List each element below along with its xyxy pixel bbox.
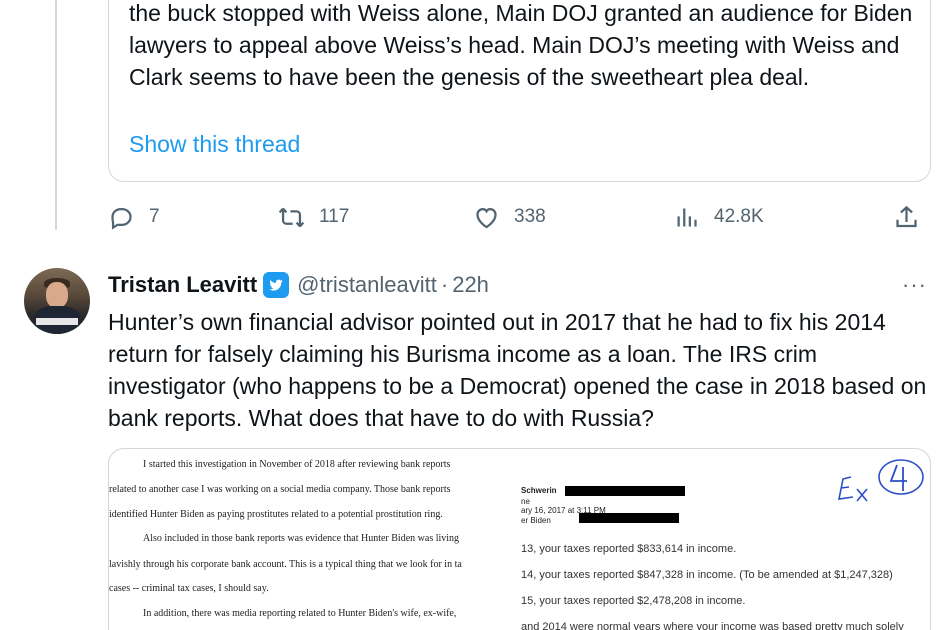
more-options-button[interactable]: ···	[902, 274, 927, 296]
retweet-count: 117	[319, 206, 350, 227]
share-icon	[896, 205, 917, 227]
income-line: and 2014 were normal years where your in…	[521, 621, 904, 630]
doc-line: lavishly through his corporate bank acco…	[109, 559, 462, 570]
tweet-text: Hunter’s own financial advisor pointed o…	[108, 309, 927, 431]
like-count: 338	[514, 206, 546, 227]
views-count: 42.8K	[714, 206, 764, 227]
doc-line: I started this investigation in November…	[143, 459, 451, 470]
doc-line: related to another case I was working on…	[109, 484, 451, 495]
tweet-timestamp[interactable]: 22h	[452, 272, 489, 298]
views-bar-chart-icon	[677, 208, 697, 226]
tweet-action-bar: 7 117 338 42.8K	[108, 200, 928, 234]
share-button[interactable]	[893, 200, 920, 234]
exhibit-annotation-handwritten	[831, 455, 930, 511]
email-header-line: Schwerin	[521, 486, 557, 495]
doc-line: Also included in those bank reports was …	[143, 533, 460, 544]
previous-tweet-card[interactable]: the buck stopped with Weiss alone, Main …	[108, 0, 931, 182]
testimony-document: I started this investigation in November…	[109, 449, 519, 630]
reply-button[interactable]: 7	[108, 200, 160, 234]
verified-badge-icon[interactable]	[263, 272, 290, 298]
retweet-button[interactable]: 117	[278, 200, 349, 234]
thread-connector-line	[55, 0, 57, 230]
author-handle[interactable]: @tristanleavitt	[297, 272, 437, 298]
like-button[interactable]: 338	[473, 200, 546, 234]
income-line: 13, your taxes reported $833,614 in inco…	[521, 543, 737, 555]
tweet-media-image[interactable]: I started this investigation in November…	[108, 448, 931, 630]
avatar-face	[46, 282, 68, 308]
header-separator: ·	[440, 272, 449, 297]
tweet-header: Tristan Leavitt @tristanleavitt · 22h	[108, 270, 489, 300]
retweet-icon	[278, 207, 305, 227]
redaction-bar	[579, 513, 679, 523]
author-name[interactable]: Tristan Leavitt	[108, 272, 257, 298]
reply-count: 7	[149, 206, 160, 227]
doc-line: identified Hunter Biden as paying prosti…	[109, 509, 443, 520]
income-line: 15, your taxes reported $2,478,208 in in…	[521, 595, 746, 607]
doc-line: In addition, there was media reporting r…	[143, 608, 457, 619]
show-thread-link[interactable]: Show this thread	[129, 131, 300, 158]
income-line: 14, your taxes reported $847,328 in inco…	[521, 569, 893, 581]
avatar-nameplate	[36, 318, 78, 325]
heart-icon	[476, 207, 497, 228]
avatar[interactable]	[24, 268, 90, 334]
reply-icon	[111, 207, 132, 230]
views-button[interactable]: 42.8K	[673, 200, 764, 234]
previous-tweet-text: the buck stopped with Weiss alone, Main …	[129, 0, 913, 90]
redaction-bar	[565, 486, 685, 496]
email-header-line: ne	[521, 497, 530, 506]
email-document: Schwerin ne ary 16, 2017 at 3:11 PM er B…	[519, 449, 930, 630]
doc-line: cases -- criminal tax cases, I should sa…	[109, 583, 269, 594]
email-header-line: er Biden	[521, 516, 551, 525]
